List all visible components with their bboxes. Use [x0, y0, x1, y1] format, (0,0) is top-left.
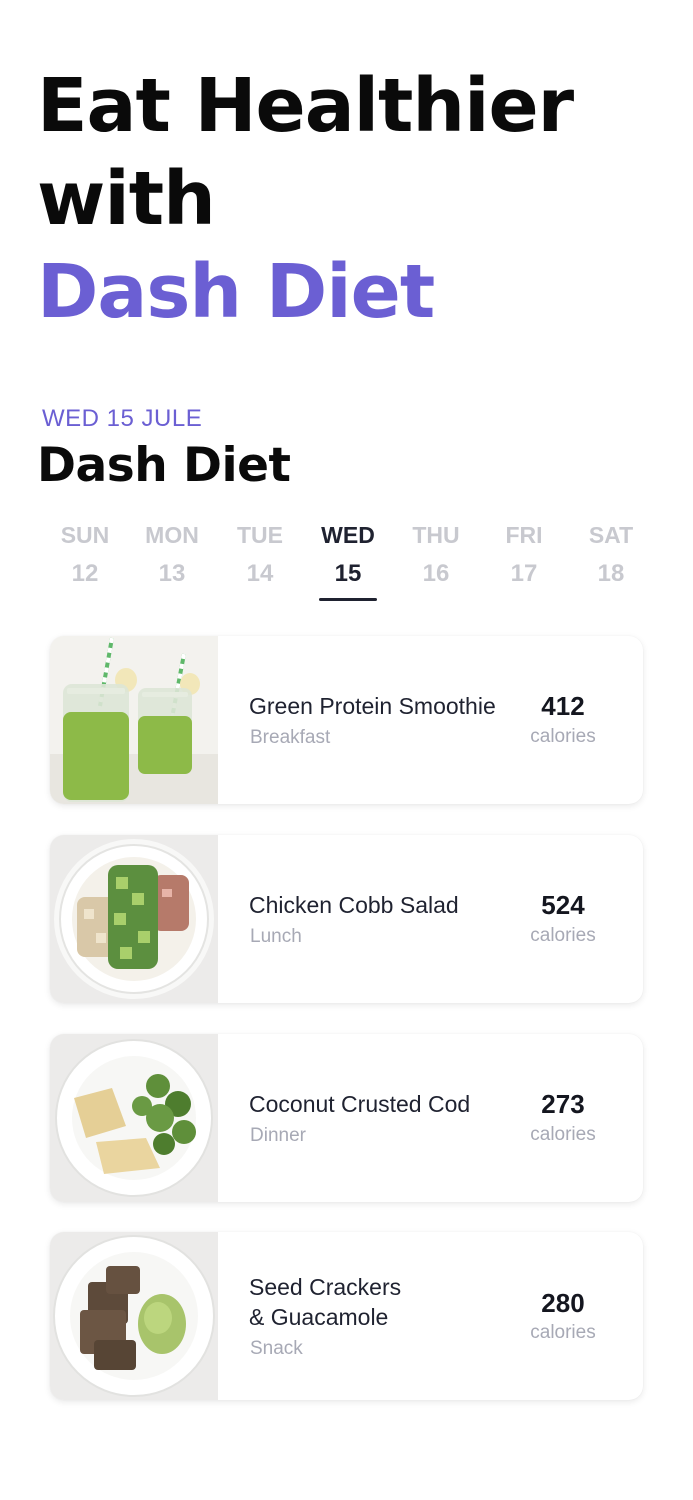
- hero-line-2: with: [37, 156, 216, 242]
- meal-calories: 280: [541, 1288, 585, 1318]
- hero-heading: Eat Healthier with Dash Diet: [37, 60, 574, 339]
- day-fri[interactable]: FRI 17: [479, 520, 569, 589]
- meal-type: Dinner: [250, 1125, 306, 1146]
- day-number: 15: [334, 560, 362, 587]
- meal-type: Lunch: [250, 926, 302, 947]
- meal-card-snack[interactable]: Seed Crackers & Guacamole Snack 280 calo…: [50, 1232, 643, 1400]
- calories-unit: calories: [530, 925, 596, 946]
- day-number: 17: [510, 560, 538, 587]
- hero-line-3-accent: Dash Diet: [37, 249, 435, 335]
- meal-type: Snack: [250, 1338, 303, 1359]
- meal-type: Breakfast: [250, 727, 331, 748]
- day-name: MON: [145, 522, 199, 548]
- day-name: WED: [321, 522, 375, 548]
- day-name: SAT: [588, 522, 634, 548]
- meal-name: Chicken Cobb Salad: [249, 892, 459, 918]
- day-sat[interactable]: SAT 18: [566, 520, 656, 589]
- day-name: FRI: [505, 522, 543, 548]
- day-number: 18: [597, 560, 625, 587]
- meal-card-lunch[interactable]: Chicken Cobb Salad Lunch 524 calories: [50, 835, 643, 1003]
- day-tue[interactable]: TUE 14: [215, 520, 305, 589]
- hero-line-1: Eat Healthier: [37, 63, 574, 149]
- day-wed-selected[interactable]: WED 15: [303, 520, 393, 601]
- day-number: 13: [158, 560, 186, 587]
- day-sun[interactable]: SUN 12: [40, 520, 130, 589]
- meal-name: Coconut Crusted Cod: [249, 1091, 471, 1117]
- day-number: 12: [71, 560, 99, 587]
- meal-card-breakfast[interactable]: Green Protein Smoothie Breakfast 412 cal…: [50, 636, 643, 804]
- meal-name: Green Protein Smoothie: [249, 693, 496, 719]
- week-day-selector: SUN 12 MON 13 TUE 14 WED 15 THU 16 FRI 1…: [40, 520, 654, 610]
- salad-photo: [50, 835, 218, 1003]
- meal-name-line-1: Seed Crackers: [249, 1274, 402, 1300]
- section-title: Dash Diet: [37, 438, 291, 493]
- calories-unit: calories: [530, 1322, 596, 1343]
- selected-day-indicator: [319, 598, 377, 601]
- day-mon[interactable]: MON 13: [127, 520, 217, 589]
- day-name: THU: [412, 522, 460, 548]
- day-name: SUN: [60, 522, 110, 548]
- day-number: 16: [422, 560, 450, 587]
- cod-photo: [50, 1034, 218, 1202]
- crackers-photo: [50, 1232, 218, 1400]
- calories-unit: calories: [530, 726, 596, 747]
- meal-name-line-2: & Guacamole: [249, 1304, 389, 1330]
- meal-calories: 412: [541, 691, 585, 721]
- meal-card-dinner[interactable]: Coconut Crusted Cod Dinner 273 calories: [50, 1034, 643, 1202]
- calories-unit: calories: [530, 1124, 596, 1145]
- day-number: 14: [246, 560, 274, 587]
- meal-calories: 273: [541, 1089, 585, 1119]
- meal-calories: 524: [541, 890, 585, 920]
- day-name: TUE: [237, 522, 283, 548]
- day-thu[interactable]: THU 16: [391, 520, 481, 589]
- smoothie-photo: [50, 636, 218, 804]
- date-label: WED 15 JULE: [42, 405, 203, 432]
